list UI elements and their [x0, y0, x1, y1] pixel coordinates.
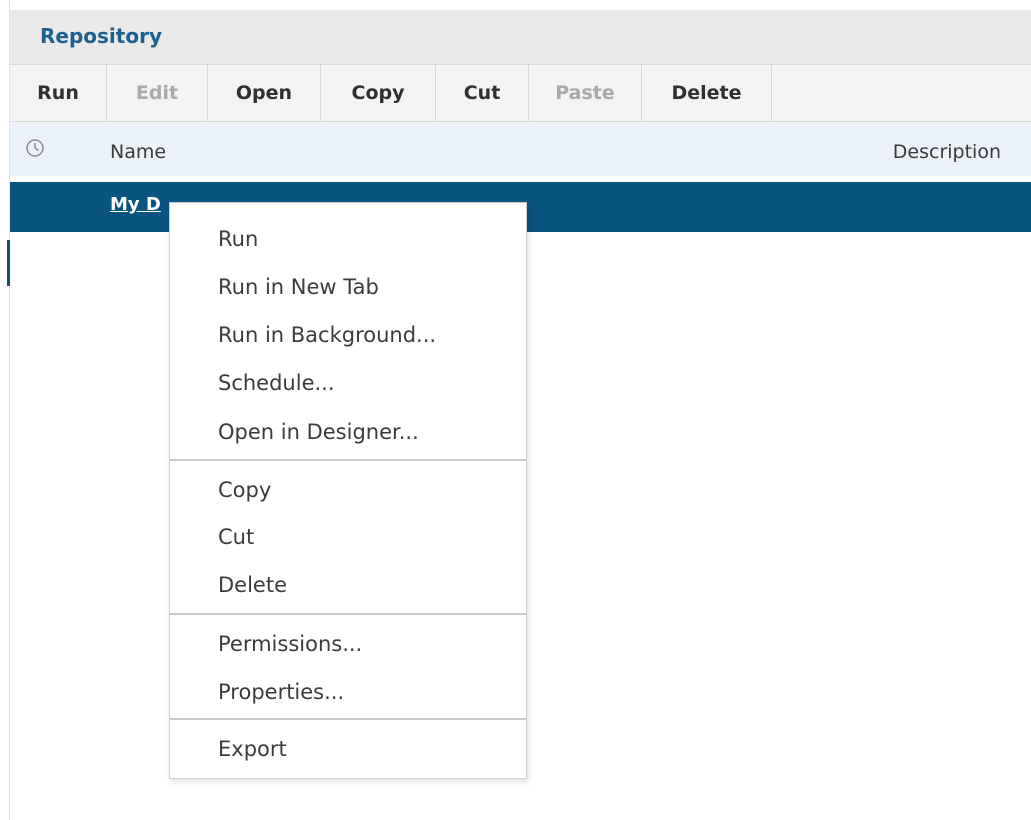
menu-item-cut[interactable]: Cut [170, 515, 526, 559]
repository-page: Repository Run Edit Open Copy Cut Paste … [0, 0, 1031, 820]
menu-item-properties[interactable]: Properties... [170, 670, 526, 714]
menu-item-run[interactable]: Run [170, 217, 526, 261]
edit-button[interactable]: Edit [107, 65, 208, 121]
menu-item-delete[interactable]: Delete [170, 563, 526, 607]
menu-item-schedule[interactable]: Schedule... [170, 361, 526, 405]
title-bar: Repository [10, 10, 1031, 64]
menu-item-copy[interactable]: Copy [170, 468, 526, 512]
menu-item-run-in-background[interactable]: Run in Background... [170, 313, 526, 357]
delete-button[interactable]: Delete [642, 65, 772, 121]
context-menu: Run Run in New Tab Run in Background... … [169, 202, 527, 779]
menu-item-open-in-designer[interactable]: Open in Designer... [170, 410, 526, 454]
menu-separator [170, 459, 526, 461]
menu-item-run-in-new-tab[interactable]: Run in New Tab [170, 265, 526, 309]
cut-button[interactable]: Cut [436, 65, 529, 121]
menu-separator [170, 718, 526, 720]
open-button[interactable]: Open [208, 65, 321, 121]
clock-icon[interactable] [25, 138, 45, 158]
name-column-header[interactable]: Name [110, 141, 166, 163]
item-name-link[interactable]: My D [110, 194, 161, 215]
column-header: Name Description [10, 122, 1031, 178]
copy-button[interactable]: Copy [321, 65, 436, 121]
menu-item-export[interactable]: Export [170, 727, 526, 771]
page-title: Repository [40, 24, 162, 48]
run-button[interactable]: Run [10, 65, 107, 121]
left-panel-edge [0, 0, 10, 820]
toolbar: Run Edit Open Copy Cut Paste Delete [10, 64, 1031, 122]
menu-separator [170, 613, 526, 615]
description-column-header[interactable]: Description [893, 141, 1001, 163]
menu-item-permissions[interactable]: Permissions... [170, 622, 526, 666]
paste-button[interactable]: Paste [529, 65, 642, 121]
